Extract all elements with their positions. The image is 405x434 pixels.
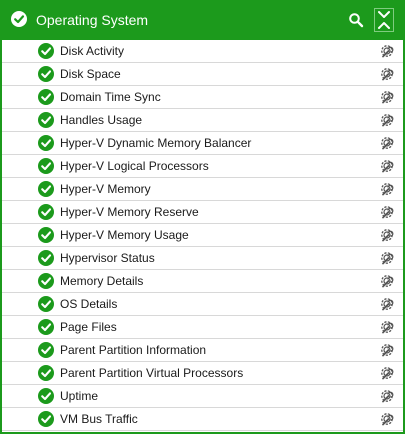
settings-icon[interactable] [378,364,396,382]
check-circle-icon [38,411,54,427]
settings-icon[interactable] [378,226,396,244]
list-item[interactable]: Hyper-V Dynamic Memory Balancer [2,132,403,155]
check-circle-icon [38,250,54,266]
list-item[interactable]: Hyper-V Memory Usage [2,224,403,247]
check-circle-icon [38,43,54,59]
list-item[interactable]: Disk Space [2,63,403,86]
list-item-label[interactable]: Handles Usage [60,113,142,128]
list-item-label[interactable]: Hyper-V Memory Reserve [60,205,199,220]
check-circle-icon [38,158,54,174]
settings-icon[interactable] [378,65,396,83]
list-item[interactable]: Domain Time Sync [2,86,403,109]
check-circle-icon [38,342,54,358]
settings-icon[interactable] [378,203,396,221]
check-circle-icon [38,296,54,312]
list-item[interactable]: Page Files [2,316,403,339]
list-item-label[interactable]: OS Details [60,297,117,312]
search-icon[interactable] [348,12,364,28]
check-circle-icon [38,388,54,404]
settings-icon[interactable] [378,249,396,267]
list-item-label[interactable]: Domain Time Sync [60,90,161,105]
check-circle-icon [38,319,54,335]
list-item-label[interactable]: Hyper-V Memory Usage [60,228,189,243]
check-circle-icon [11,11,27,27]
settings-icon[interactable] [378,42,396,60]
check-circle-icon [38,112,54,128]
list-item-label[interactable]: Parent Partition Information [60,343,206,358]
check-circle-icon [38,181,54,197]
list-item[interactable]: Parent Partition Information [2,339,403,362]
settings-icon[interactable] [378,272,396,290]
list-item[interactable]: Hyper-V Logical Processors [2,155,403,178]
settings-icon[interactable] [378,387,396,405]
settings-icon[interactable] [378,88,396,106]
collapse-all-icon[interactable] [374,8,394,32]
check-circle-icon [38,89,54,105]
list-item-label[interactable]: Page Files [60,320,117,335]
check-circle-icon [38,227,54,243]
settings-icon[interactable] [378,157,396,175]
settings-icon[interactable] [378,134,396,152]
panel-header[interactable]: Operating System [0,0,405,40]
operating-system-panel: Operating System Disk Activity Disk Space… [0,0,405,434]
list-item[interactable]: Hyper-V Memory [2,178,403,201]
list-item[interactable]: Parent Partition Virtual Processors [2,362,403,385]
list-item-label[interactable]: Hyper-V Memory [60,182,151,197]
settings-icon[interactable] [378,295,396,313]
list-item[interactable]: Hyper-V Memory Reserve [2,201,403,224]
list-item-label[interactable]: Hypervisor Status [60,251,155,266]
list-item[interactable]: VM Bus Traffic [2,408,403,431]
check-circle-icon [38,135,54,151]
list-item-label[interactable]: Hyper-V Logical Processors [60,159,209,174]
monitor-list: Disk Activity Disk Space Domain Time Sync H… [2,40,403,432]
list-item-label[interactable]: Disk Activity [60,44,124,59]
settings-icon[interactable] [378,180,396,198]
check-circle-icon [38,66,54,82]
list-item-label[interactable]: VM Bus Traffic [60,412,138,427]
list-item[interactable]: OS Details [2,293,403,316]
list-item[interactable]: Uptime [2,385,403,408]
settings-icon[interactable] [378,111,396,129]
list-item-label[interactable]: Uptime [60,389,98,404]
list-item[interactable]: Disk Activity [2,40,403,63]
check-circle-icon [38,365,54,381]
list-item-label[interactable]: Parent Partition Virtual Processors [60,366,243,381]
settings-icon[interactable] [378,410,396,428]
check-circle-icon [38,204,54,220]
list-item-label[interactable]: Hyper-V Dynamic Memory Balancer [60,136,251,151]
list-item-label[interactable]: Disk Space [60,67,121,82]
list-item[interactable]: Hypervisor Status [2,247,403,270]
list-item[interactable]: Memory Details [2,270,403,293]
check-circle-icon [38,273,54,289]
list-item-label[interactable]: Memory Details [60,274,143,289]
list-item[interactable]: Handles Usage [2,109,403,132]
settings-icon[interactable] [378,341,396,359]
panel-title: Operating System [36,12,149,28]
settings-icon[interactable] [378,318,396,336]
